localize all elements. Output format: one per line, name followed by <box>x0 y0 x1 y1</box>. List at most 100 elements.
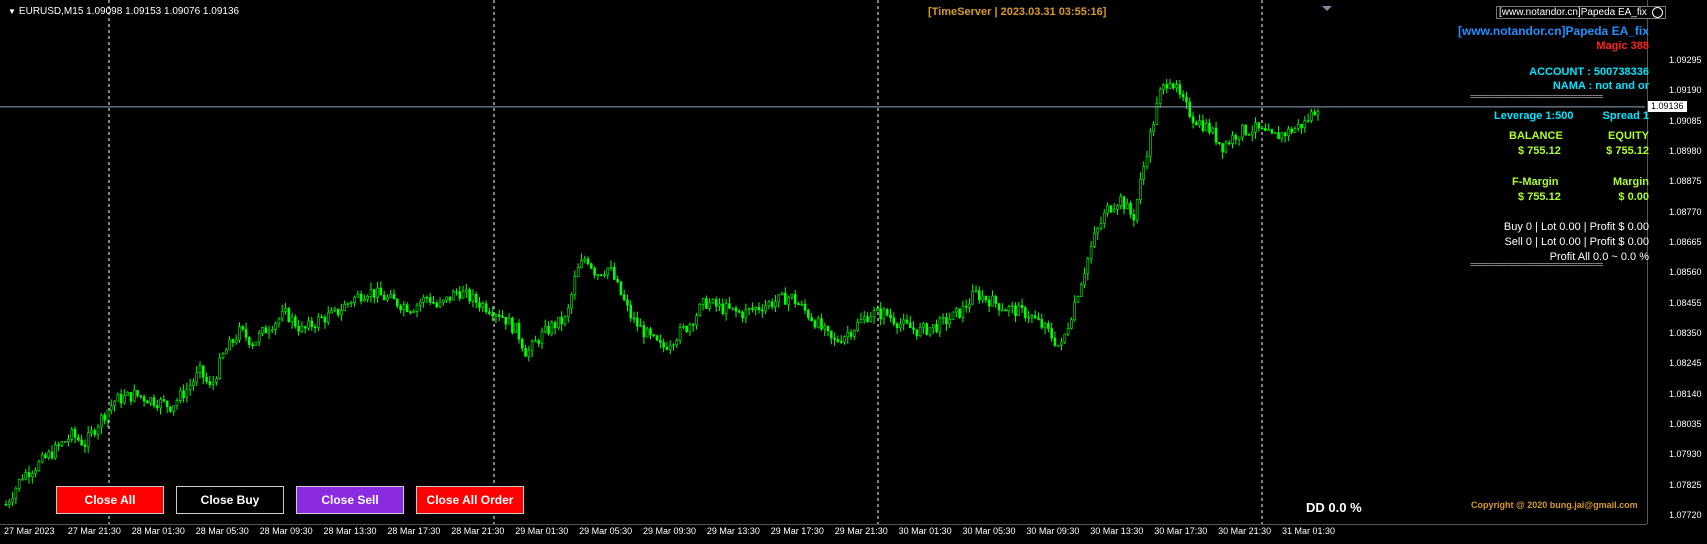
candle-body <box>152 397 156 406</box>
candle-body <box>849 332 853 337</box>
candle-body <box>353 296 356 303</box>
candle-body <box>826 325 830 332</box>
candle-body <box>507 317 511 325</box>
candle-body <box>668 345 672 350</box>
candle-body <box>432 301 435 304</box>
candle-body <box>685 325 688 332</box>
candle-body <box>547 325 550 334</box>
candle-body <box>162 399 166 402</box>
candle-body <box>201 365 205 378</box>
candle-body <box>678 327 682 341</box>
candle-body <box>695 315 698 326</box>
price-tick-label: 1.08455 <box>1669 297 1702 308</box>
candle-body <box>540 331 544 344</box>
drawdown-label: DD 0.0 % <box>1306 500 1362 515</box>
candle-body <box>1293 128 1297 133</box>
candle-body <box>951 311 955 320</box>
candle-body <box>1224 142 1228 153</box>
candle-body <box>1053 337 1057 346</box>
candle-body <box>208 381 212 386</box>
candle-body <box>1027 317 1030 319</box>
candle-body <box>1195 122 1198 126</box>
time-tick-label: 29 Mar 21:30 <box>834 526 888 536</box>
close-all-button[interactable]: Close All <box>56 486 164 514</box>
candle-body <box>287 308 291 323</box>
candle-body <box>968 303 971 308</box>
candle-body <box>1198 120 1201 126</box>
dropdown-triangle-icon[interactable]: ▼ <box>8 7 16 16</box>
candle-body <box>1267 129 1270 131</box>
time-tick-label: 28 Mar 05:30 <box>195 526 249 536</box>
candle-body <box>21 478 24 481</box>
mt4-chart-window[interactable]: ▼ EURUSD,M15 1.09098 1.09153 1.09076 1.09… <box>0 0 1707 544</box>
candle-body <box>17 479 21 489</box>
candle-body <box>728 303 731 309</box>
candle-body <box>257 332 261 343</box>
candle-body <box>1017 304 1021 317</box>
candle-body <box>800 303 804 306</box>
close-buy-button[interactable]: Close Buy <box>176 486 284 514</box>
close-all-order-button[interactable]: Close All Order <box>416 486 524 514</box>
candle-body <box>264 327 268 334</box>
candle-body <box>665 347 669 350</box>
panel-separator-1: ===================================== <box>1470 94 1603 101</box>
candle-body <box>415 304 419 312</box>
candle-body <box>922 323 925 328</box>
candle-body <box>566 307 570 318</box>
leverage-value: Leverage 1:500 <box>1494 110 1574 122</box>
candle-body <box>468 289 471 302</box>
candle-body <box>774 301 777 308</box>
symbol-header: ▼ EURUSD,M15 1.09098 1.09153 1.09076 1.09… <box>8 6 239 17</box>
candle-body <box>1227 142 1231 145</box>
candle-body <box>326 312 330 323</box>
candle-body <box>1070 319 1073 329</box>
candle-body <box>918 326 922 337</box>
candle-body <box>1260 127 1264 130</box>
candle-body <box>787 297 790 305</box>
time-tick-label: 29 Mar 13:30 <box>706 526 760 536</box>
candle-body <box>737 310 741 313</box>
candle-body <box>797 303 800 306</box>
candle-body <box>497 314 501 317</box>
candle-body <box>280 311 284 320</box>
candle-body <box>238 326 241 341</box>
candle-body <box>790 294 794 298</box>
candle-body <box>1185 96 1188 103</box>
candle-body <box>810 317 813 321</box>
close-sell-button[interactable]: Close Sell <box>296 486 404 514</box>
candle-body <box>47 451 51 458</box>
price-chart[interactable] <box>0 0 1707 544</box>
candle-body <box>1050 328 1053 339</box>
candle-body <box>1152 124 1155 133</box>
candle-body <box>382 294 386 301</box>
candle-body <box>751 307 754 310</box>
candle-body <box>1201 120 1205 131</box>
candle-body <box>557 316 560 329</box>
candle-body <box>448 296 452 301</box>
candle-body <box>1106 205 1109 214</box>
candle-body <box>997 303 1001 311</box>
time-tick-label: 30 Mar 05:30 <box>962 526 1016 536</box>
candle-body <box>142 396 146 402</box>
candle-body <box>271 329 274 332</box>
candle-body <box>159 399 162 409</box>
candle-body <box>622 294 626 301</box>
info-circle-icon[interactable] <box>1651 7 1663 18</box>
candle-body <box>428 297 432 303</box>
price-tick-label: 1.07825 <box>1669 479 1702 490</box>
candle-body <box>613 266 616 280</box>
candle-body <box>50 451 54 459</box>
candle-body <box>1122 196 1126 210</box>
time-tick-label: 29 Mar 05:30 <box>579 526 633 536</box>
candle-body <box>90 430 93 434</box>
candle-body <box>816 318 820 328</box>
candle-body <box>820 318 823 330</box>
candle-body <box>843 336 846 343</box>
candle-body <box>675 340 679 346</box>
candle-body <box>514 322 517 333</box>
candle-body <box>96 426 100 435</box>
candle-body <box>376 287 379 298</box>
candle-body <box>1109 205 1113 213</box>
candle-body <box>1102 212 1106 224</box>
candle-body <box>994 295 998 304</box>
